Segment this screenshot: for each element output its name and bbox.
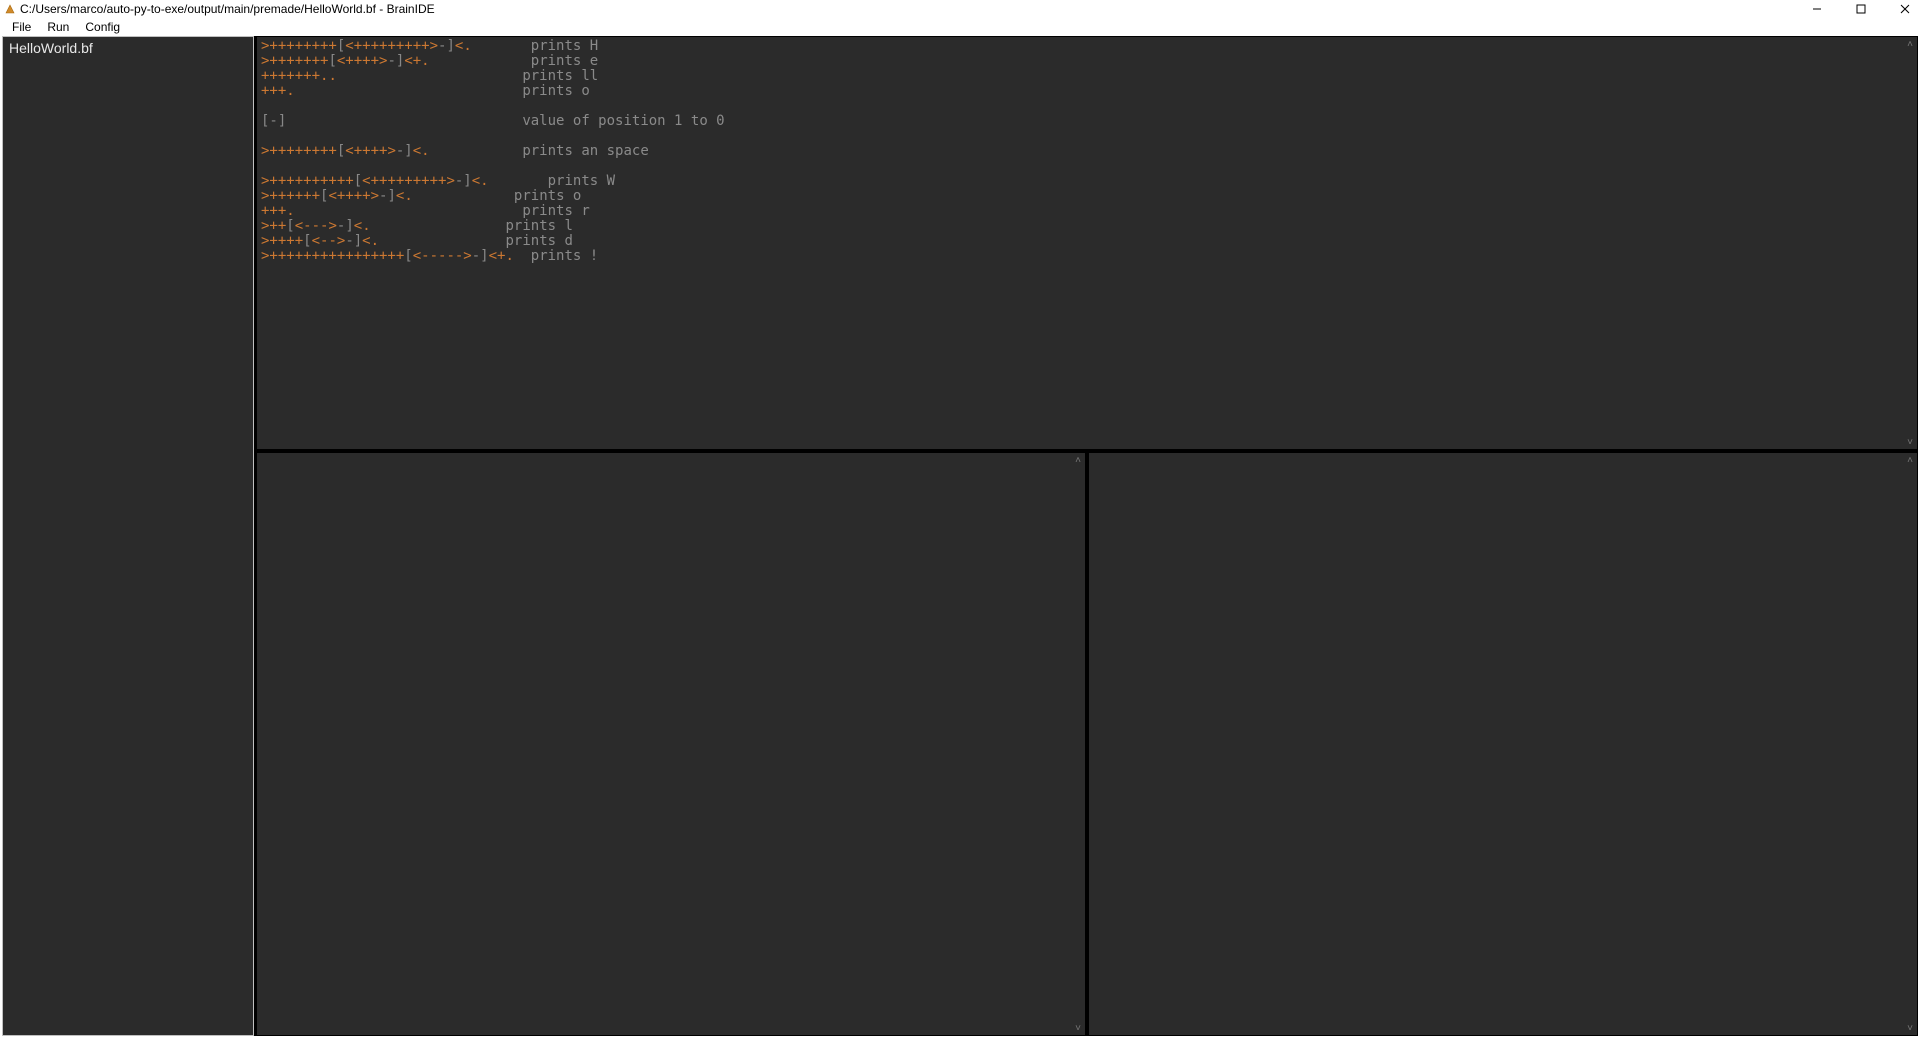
file-list-panel[interactable]: HelloWorld.bf — [2, 36, 254, 1036]
scroll-up-icon[interactable]: ˄ — [1903, 453, 1917, 467]
bottom-row: ˄ ˅ ˄ ˅ — [256, 452, 1918, 1036]
window-title: C:/Users/marco/auto-py-to-exe/output/mai… — [20, 2, 435, 16]
minimize-button[interactable] — [1808, 0, 1826, 18]
workspace: HelloWorld.bf >++++++++[<+++++++++>-]<. … — [2, 36, 1918, 1036]
scroll-up-icon[interactable]: ˄ — [1903, 37, 1917, 51]
output-right-scrollbar[interactable]: ˄ ˅ — [1903, 453, 1917, 1035]
window-controls — [1808, 0, 1914, 18]
output-panel-right[interactable]: ˄ ˅ — [1088, 452, 1918, 1036]
editor-scrollbar[interactable]: ˄ ˅ — [1903, 37, 1917, 449]
menu-config[interactable]: Config — [77, 19, 128, 35]
code-editor[interactable]: >++++++++[<+++++++++>-]<. prints H >++++… — [257, 37, 1903, 449]
menubar: File Run Config — [0, 18, 1920, 36]
editor-panel: >++++++++[<+++++++++>-]<. prints H >++++… — [256, 36, 1918, 450]
output-panel-left[interactable]: ˄ ˅ — [256, 452, 1086, 1036]
menu-run[interactable]: Run — [39, 19, 77, 35]
file-list-item[interactable]: HelloWorld.bf — [7, 39, 249, 57]
scroll-up-icon[interactable]: ˄ — [1071, 453, 1085, 467]
scroll-down-icon[interactable]: ˅ — [1903, 1021, 1917, 1035]
maximize-button[interactable] — [1852, 0, 1870, 18]
app-icon — [4, 3, 16, 15]
close-button[interactable] — [1896, 0, 1914, 18]
scroll-down-icon[interactable]: ˅ — [1903, 435, 1917, 449]
output-left-scrollbar[interactable]: ˄ ˅ — [1071, 453, 1085, 1035]
titlebar: C:/Users/marco/auto-py-to-exe/output/mai… — [0, 0, 1920, 18]
menu-file[interactable]: File — [4, 19, 39, 35]
main-column: >++++++++[<+++++++++>-]<. prints H >++++… — [256, 36, 1918, 1036]
scroll-down-icon[interactable]: ˅ — [1071, 1021, 1085, 1035]
